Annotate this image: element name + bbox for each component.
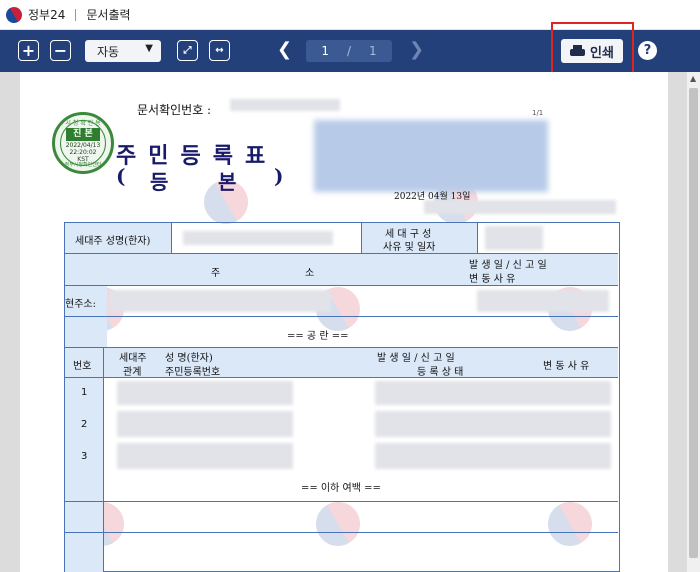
confirm-number-label: 문서확인번호 : [137, 103, 212, 117]
prev-page-button[interactable]: ❮ [277, 39, 292, 60]
redacted-member-row [117, 411, 293, 437]
seal-top-text: 시 청 확 인 용 [65, 120, 101, 127]
row-number: 3 [81, 451, 88, 462]
resident-register-table: 세대주 성명(한자) 세 대 구 성 사유 및 일자 주 소 발 생 일 / 신… [64, 222, 620, 572]
app-name: 정부24 [28, 8, 66, 22]
subtitle-close: ) [274, 164, 284, 188]
table-divider [65, 253, 618, 254]
chevron-left-icon: ❮ [277, 39, 293, 60]
table-divider [65, 501, 618, 502]
redacted-member-row [117, 381, 293, 405]
window-title: 문서출력 [86, 8, 131, 22]
zoom-select-value: 자동 [97, 44, 120, 59]
seal-date-line: 2022/04/13 [65, 142, 101, 149]
redacted-household-info [485, 226, 543, 250]
row-number: 2 [81, 419, 88, 430]
table-divider [103, 347, 104, 572]
next-page-button[interactable]: ❯ [409, 39, 424, 60]
report-date-label: 발 생 일 / 신 고 일 [469, 260, 547, 271]
zoom-select[interactable]: 자동 ▼ [85, 40, 161, 62]
redacted-address-date [477, 290, 609, 312]
col-dates-header: 발 생 일 / 신 고 일 [377, 353, 455, 364]
end-of-records-marker: == 이하 여백 == [301, 483, 381, 494]
seal-main-text: 진 본 [66, 128, 100, 141]
fit-page-icon: ⤢ [183, 45, 192, 56]
redacted-member-row [375, 443, 611, 469]
redacted-member-row [375, 381, 611, 405]
head-name-label: 세대주 성명(한자) [75, 236, 151, 247]
table-divider [477, 223, 478, 253]
table-divider [171, 223, 172, 253]
page-counter: 1/1 [532, 109, 544, 117]
member-header-row [65, 347, 618, 377]
fit-width-button[interactable]: ↔ [209, 40, 230, 61]
col-id-header: 주민등록번호 [165, 367, 221, 378]
vertical-scrollbar[interactable]: ▲ [686, 72, 700, 572]
redacted-head-name [183, 231, 333, 245]
zoom-out-button[interactable]: − [50, 40, 71, 61]
change-reason-label: 변 동 사 유 [469, 274, 516, 285]
subtitle-word-1: 등 [150, 170, 169, 194]
col-number-header: 번호 [73, 361, 92, 372]
subtitle-word-2: 본 [218, 170, 237, 194]
document-viewer[interactable]: 시 청 확 인 용 진 본 2022/04/13 22:20:02 KST 정부… [0, 72, 686, 572]
page-current: 1 [321, 44, 329, 58]
subtitle-open: ( [116, 164, 126, 188]
col-relation-header-1: 세대주 [119, 353, 147, 364]
gov24-logo-icon [3, 3, 25, 26]
table-divider [65, 316, 618, 317]
document-title: 주민등록표 [116, 143, 278, 169]
fit-page-button[interactable]: ⤢ [177, 40, 198, 61]
number-column-strip [65, 377, 103, 572]
seal-time-line: 22:20:02 [69, 149, 97, 156]
page-total: 1 [369, 44, 377, 58]
redacted-current-address [109, 290, 331, 312]
chevron-right-icon: ❯ [409, 39, 425, 60]
table-divider [65, 347, 618, 348]
row-number: 1 [81, 387, 88, 398]
table-divider [65, 532, 618, 533]
page-indicator[interactable]: 1 / 1 [306, 40, 392, 62]
redacted-issuer-name [424, 200, 616, 214]
col-name-header: 성 명(한자) [165, 353, 213, 364]
redacted-member-row [375, 411, 611, 437]
col-change-header: 변 동 사 유 [543, 361, 590, 372]
table-divider [65, 285, 618, 286]
help-button[interactable]: ? [638, 41, 657, 60]
authentication-seal: 시 청 확 인 용 진 본 2022/04/13 22:20:02 KST 정부… [52, 112, 114, 174]
col-status-header: 등 록 상 태 [417, 367, 464, 378]
seal-date: 2022/04/13 22:20:02 KST [55, 142, 111, 163]
household-label-2: 사유 및 일자 [383, 242, 436, 253]
scroll-thumb[interactable] [689, 88, 698, 558]
current-address-label: 현주소: [65, 299, 96, 310]
title-divider [75, 8, 77, 21]
redacted-member-row [117, 443, 293, 469]
scroll-up-icon[interactable]: ▲ [690, 74, 696, 83]
blank-marker: == 공 란 == [287, 331, 349, 342]
address-label-2: 소 [305, 268, 315, 279]
page-separator: / [346, 44, 352, 58]
chevron-down-icon: ▼ [145, 43, 153, 54]
zoom-in-button[interactable]: + [18, 40, 39, 61]
redacted-confirm-number [230, 99, 340, 111]
table-divider [361, 223, 362, 253]
redacted-issuer-block [314, 120, 548, 192]
seal-bottom-text: 정부시청확인센터 [64, 162, 102, 168]
col-relation-header-2: 관계 [123, 367, 142, 378]
table-divider [65, 377, 618, 378]
address-label: 주 [211, 268, 221, 279]
fit-width-icon: ↔ [215, 45, 224, 56]
